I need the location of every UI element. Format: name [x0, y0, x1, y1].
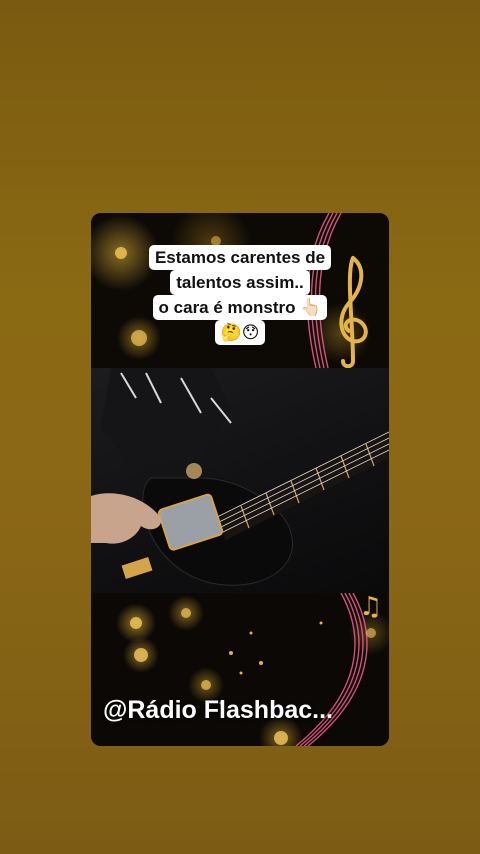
- guitar-video-panel: [91, 368, 389, 593]
- decorative-top-panel: Estamos carentes de talentos assim.. o c…: [91, 213, 389, 368]
- electric-guitar-image: [91, 368, 389, 586]
- channel-watermark: @Rádio Flashbac...: [103, 696, 333, 724]
- caption-emoji-line: 🤔😯: [214, 320, 266, 345]
- music-note-icon: ♫: [359, 593, 382, 622]
- caption-line: Estamos carentes de: [148, 245, 332, 270]
- caption-line: talentos assim..: [170, 270, 310, 295]
- caption-box: Estamos carentes de talentos assim.. o c…: [131, 245, 349, 345]
- video-frame[interactable]: Estamos carentes de talentos assim.. o c…: [91, 213, 389, 746]
- caption-line: o cara é monstro 👆🏻: [152, 295, 328, 320]
